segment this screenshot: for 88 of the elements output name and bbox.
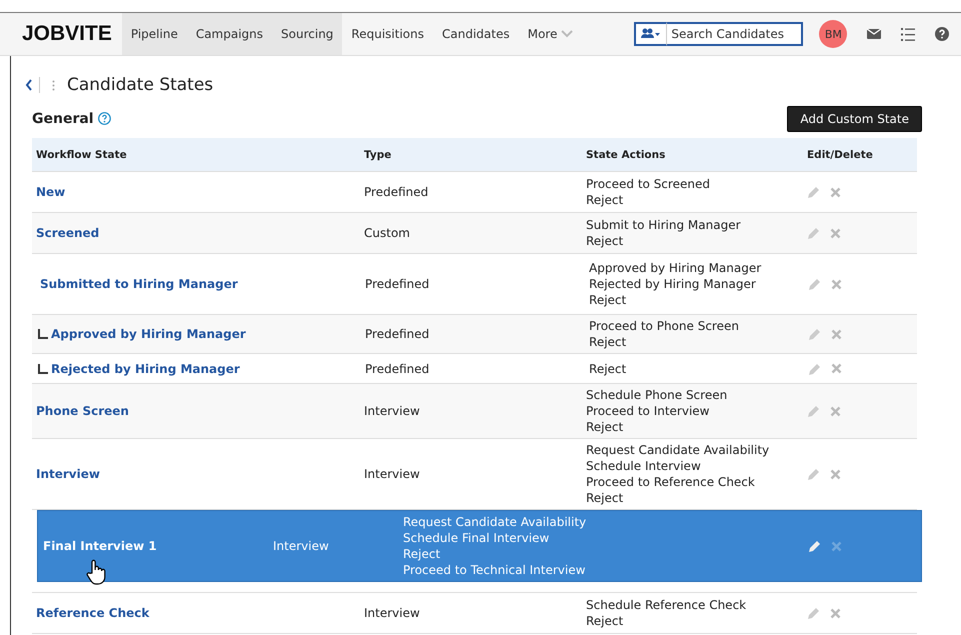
table-cell-text: Interview — [273, 539, 330, 553]
state-link[interactable]: Approved by Hiring Manager — [32, 327, 362, 341]
list-icon[interactable] — [901, 28, 916, 40]
close-icon[interactable] — [831, 363, 842, 374]
pencil-icon[interactable] — [807, 404, 821, 418]
state-link[interactable]: Phone Screen — [32, 404, 364, 418]
pencil-icon[interactable] — [807, 226, 821, 240]
pencil-icon[interactable] — [808, 327, 822, 341]
state-action: Reject — [586, 233, 624, 249]
close-icon[interactable] — [830, 468, 841, 480]
state-action: Proceed to Technical Interview — [403, 562, 586, 578]
state-action: Reject — [586, 490, 624, 506]
pencil-icon[interactable] — [808, 539, 822, 553]
column-header: Workflow State — [35, 148, 128, 160]
help-icon[interactable] — [98, 112, 111, 125]
close-icon[interactable] — [831, 278, 842, 290]
more-vertical-icon[interactable] — [52, 80, 55, 90]
chevron-down-icon — [561, 30, 574, 38]
search-field[interactable]: Search Candidates — [667, 22, 804, 46]
people-icon — [641, 28, 662, 40]
state-action: Reject — [589, 360, 628, 376]
state-link[interactable]: Submitted to Hiring Manager — [32, 277, 362, 291]
dragged-row[interactable]: Final Interview 1 Interview Request Candidate Availability Schedule Final Interview Reject Proceed to Technical Interview — [37, 510, 922, 582]
back-icon[interactable] — [25, 79, 33, 91]
column-header: State Actions — [586, 148, 666, 160]
help-icon[interactable] — [935, 27, 950, 41]
pencil-icon[interactable] — [807, 467, 821, 481]
mail-icon[interactable] — [867, 29, 882, 39]
nav-tab[interactable]: Pipeline — [122, 13, 187, 55]
state-link[interactable]: New — [32, 185, 364, 199]
state-action: Reject — [586, 613, 624, 629]
state-action: Request Candidate Availability — [403, 514, 588, 530]
state-action: Reject — [586, 192, 624, 208]
state-action: Proceed to Interview — [586, 403, 710, 419]
close-icon[interactable] — [831, 540, 842, 552]
section-title: General — [32, 110, 94, 126]
state-action: Reject — [589, 292, 628, 308]
state-action: Schedule Final Interview — [403, 530, 550, 546]
nav-tab[interactable]: Requisitions — [342, 13, 433, 55]
state-action: Schedule Phone Screen — [586, 387, 728, 403]
state-link[interactable]: Final Interview 1 — [38, 539, 273, 553]
people-filter-button[interactable] — [634, 22, 668, 46]
close-icon[interactable] — [830, 608, 841, 618]
table-cell-text: Predefined — [364, 327, 430, 341]
state-link[interactable]: Rejected by Hiring Manager — [32, 362, 362, 376]
state-action: Proceed to Screened — [586, 176, 711, 192]
state-action: Submit to Hiring Manager — [586, 217, 742, 233]
close-icon[interactable] — [830, 186, 841, 198]
state-action: Request Candidate Availability — [586, 442, 770, 458]
logo[interactable]: JOBVITE — [0, 22, 122, 46]
pencil-icon[interactable] — [807, 185, 821, 199]
state-action: Reject — [586, 419, 624, 435]
nav-tab[interactable]: Campaigns — [186, 13, 272, 55]
state-action: Proceed to Reference Check — [586, 474, 756, 490]
nav-tab[interactable]: More — [518, 13, 582, 55]
state-link[interactable]: Interview — [32, 467, 364, 481]
table-cell-text: Predefined — [364, 277, 430, 291]
page-title: Candidate States — [67, 75, 214, 95]
table-cell-text: Custom — [364, 226, 411, 240]
user-avatar[interactable]: BM — [819, 20, 848, 48]
add-custom-state-button[interactable]: Add Custom State — [787, 106, 922, 132]
child-indent-icon — [38, 364, 48, 374]
state-action: Reject — [403, 546, 442, 562]
column-header: Edit/Delete — [807, 148, 874, 160]
table-cell-text: Predefined — [364, 362, 430, 376]
pencil-icon[interactable] — [808, 362, 822, 376]
close-icon[interactable] — [830, 406, 841, 416]
nav-tab[interactable]: Candidates — [432, 13, 519, 55]
state-link[interactable]: Reference Check — [32, 606, 364, 620]
column-header: Type — [364, 148, 392, 160]
pencil-icon[interactable] — [808, 277, 822, 291]
hand-cursor-icon — [86, 559, 106, 585]
table-cell-text: Interview — [364, 467, 421, 481]
state-link[interactable]: Screened — [32, 226, 364, 240]
close-icon[interactable] — [831, 328, 842, 340]
state-action: Schedule Interview — [586, 458, 702, 474]
close-icon[interactable] — [830, 228, 841, 238]
table-cell-text: Interview — [364, 606, 421, 620]
child-indent-icon — [38, 329, 48, 339]
state-action: Approved by Hiring Manager — [589, 260, 762, 276]
state-action: Rejected by Hiring Manager — [589, 276, 757, 292]
nav-tab[interactable]: Sourcing — [272, 13, 342, 55]
pencil-icon[interactable] — [807, 606, 821, 620]
table-cell-text: Predefined — [364, 185, 430, 199]
state-action: Proceed to Phone Screen — [589, 318, 740, 334]
table-cell-text: Interview — [364, 404, 421, 418]
state-action: Reject — [589, 334, 628, 350]
state-action: Schedule Reference Check — [586, 597, 748, 613]
